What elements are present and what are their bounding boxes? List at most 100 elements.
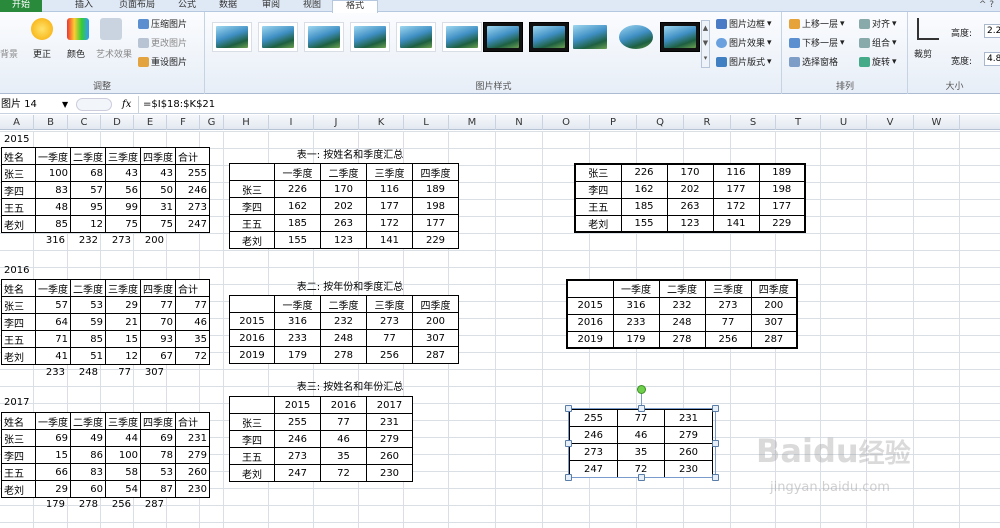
header-cell[interactable]: 四季度 (140, 412, 176, 430)
resize-handle-tr[interactable] (712, 405, 719, 412)
value-cell[interactable]: 172 (712, 197, 760, 216)
column-header-E[interactable]: E (134, 115, 167, 130)
header-cell[interactable]: 合计 (175, 412, 210, 430)
corner-cell[interactable] (566, 279, 614, 298)
value-cell[interactable]: 307 (750, 313, 798, 332)
value-cell[interactable]: 58 (105, 463, 141, 481)
header-cell[interactable]: 四季度 (412, 163, 459, 181)
value-cell[interactable]: 141 (712, 214, 760, 233)
value-cell[interactable]: 12 (70, 215, 106, 233)
row-label-cell[interactable]: 2019 (566, 330, 614, 349)
column-header-P[interactable]: P (590, 115, 637, 130)
value-cell[interactable]: 230 (175, 480, 210, 498)
column-header-I[interactable]: I (269, 115, 314, 130)
value-cell[interactable]: 100 (35, 164, 71, 182)
value-cell[interactable]: 123 (666, 214, 714, 233)
value-cell[interactable]: 54 (105, 480, 141, 498)
tab-0[interactable]: 开始 (0, 0, 42, 12)
value-cell[interactable]: 278 (658, 330, 706, 349)
value-cell[interactable]: 69 (140, 429, 176, 447)
row-label-cell[interactable]: 老刘 (574, 214, 622, 233)
value-cell[interactable]: 263 (320, 214, 367, 232)
value-cell[interactable]: 273 (366, 312, 413, 330)
header-cell[interactable]: 四季度 (412, 295, 459, 313)
header-cell[interactable]: 一季度 (35, 279, 71, 297)
row-label-cell[interactable]: 张三 (229, 413, 275, 431)
header-cell[interactable]: 二季度 (70, 147, 106, 165)
value-cell[interactable]: 66 (35, 463, 71, 481)
total-cell[interactable]: 278 (67, 496, 98, 513)
total-cell[interactable]: 232 (67, 232, 98, 249)
name-cell[interactable]: 老刘 (1, 215, 36, 233)
value-cell[interactable]: 179 (612, 330, 660, 349)
corner-cell[interactable] (229, 295, 275, 313)
value-cell[interactable]: 59 (70, 313, 106, 331)
column-header-F[interactable]: F (167, 115, 200, 130)
row-label-cell[interactable]: 2016 (566, 313, 614, 332)
selection-pane-button[interactable]: 选择窗格 (789, 55, 838, 68)
header-cell[interactable]: 2016 (320, 396, 367, 414)
column-header-T[interactable]: T (776, 115, 821, 130)
style-thumb-7[interactable] (483, 22, 523, 52)
value-cell[interactable]: 179 (274, 346, 321, 364)
value-cell[interactable]: 155 (620, 214, 668, 233)
tab-1[interactable]: 插入 (64, 0, 104, 12)
value-cell[interactable]: 70 (140, 313, 176, 331)
value-cell[interactable]: 72 (320, 464, 367, 482)
value-cell[interactable]: 185 (620, 197, 668, 216)
row-label-cell[interactable]: 张三 (574, 163, 622, 182)
value-cell[interactable]: 177 (758, 197, 806, 216)
value-cell[interactable]: 255 (274, 413, 321, 431)
value-cell[interactable]: 177 (712, 180, 760, 199)
column-header-Q[interactable]: Q (637, 115, 684, 130)
value-cell[interactable]: 50 (140, 181, 176, 199)
total-cell[interactable]: 307 (133, 364, 164, 381)
value-cell[interactable]: 35 (320, 447, 367, 465)
value-cell[interactable]: 75 (105, 215, 141, 233)
style-thumb-3[interactable] (304, 22, 344, 52)
row-label-cell[interactable]: 王五 (229, 447, 275, 465)
value-cell[interactable]: 77 (175, 296, 210, 314)
value-cell[interactable]: 273 (704, 296, 752, 315)
column-header-H[interactable]: H (224, 115, 269, 130)
value-cell[interactable]: 48 (35, 198, 71, 216)
name-cell[interactable]: 李四 (1, 446, 36, 464)
value-cell[interactable]: 86 (70, 446, 106, 464)
name-cell[interactable]: 张三 (1, 164, 36, 182)
change-picture-button[interactable]: 更改图片 (138, 36, 187, 49)
value-cell[interactable]: 77 (320, 413, 367, 431)
column-header-W[interactable]: W (914, 115, 960, 130)
header-cell[interactable]: 一季度 (274, 295, 321, 313)
column-header-L[interactable]: L (404, 115, 449, 130)
value-cell[interactable]: 287 (412, 346, 459, 364)
value-cell[interactable]: 77 (140, 296, 176, 314)
value-cell[interactable]: 177 (412, 214, 459, 232)
value-cell[interactable]: 170 (666, 163, 714, 182)
header-cell[interactable]: 一季度 (35, 147, 71, 165)
value-cell[interactable]: 123 (320, 231, 367, 249)
tab-2[interactable]: 页面布局 (110, 0, 164, 12)
style-thumb-4[interactable] (350, 22, 390, 52)
header-cell[interactable]: 三季度 (704, 279, 752, 298)
style-thumb-5[interactable] (396, 22, 436, 52)
resize-handle-r[interactable] (712, 440, 719, 447)
header-cell[interactable]: 姓名 (1, 412, 36, 430)
style-thumb-6[interactable] (442, 22, 482, 52)
row-label-cell[interactable]: 2015 (566, 296, 614, 315)
total-cell[interactable]: 316 (34, 232, 65, 249)
value-cell[interactable]: 41 (35, 347, 71, 365)
value-cell[interactable]: 255 (175, 164, 210, 182)
value-cell[interactable]: 77 (704, 313, 752, 332)
align-button[interactable]: 对齐 ▾ (859, 17, 897, 30)
header-cell[interactable]: 三季度 (105, 279, 141, 297)
header-cell[interactable]: 姓名 (1, 147, 36, 165)
value-cell[interactable]: 232 (320, 312, 367, 330)
rotate-button[interactable]: 旋转 ▾ (859, 55, 897, 68)
correct-button[interactable]: 更正 (33, 47, 51, 60)
value-cell[interactable]: 12 (105, 347, 141, 365)
formula-input[interactable]: =$I$18:$K$21 (143, 97, 215, 112)
value-cell[interactable]: 43 (105, 164, 141, 182)
value-cell[interactable]: 53 (70, 296, 106, 314)
column-header-C[interactable]: C (68, 115, 101, 130)
column-header-A[interactable]: A (0, 115, 34, 130)
